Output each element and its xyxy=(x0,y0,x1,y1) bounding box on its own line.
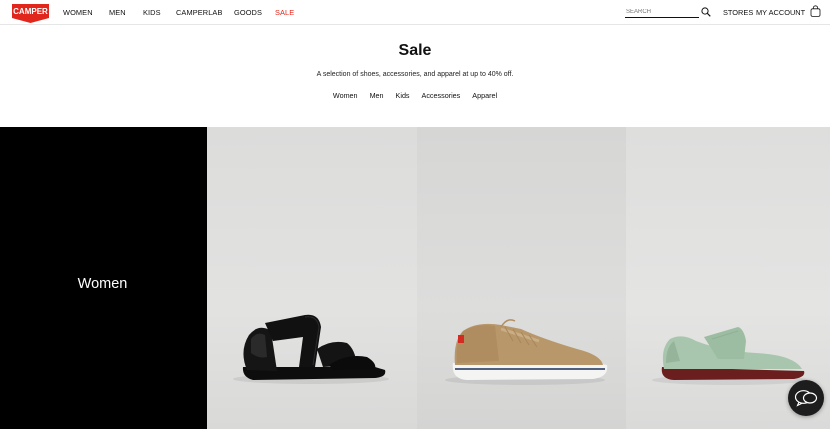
black-sandal-image xyxy=(233,314,389,384)
page-title: Sale xyxy=(398,42,432,59)
search-input[interactable] xyxy=(625,6,699,18)
nav-item-kids[interactable]: KIDS xyxy=(143,8,176,17)
category-link-accessories[interactable]: Accessories xyxy=(422,91,461,100)
product-tile-sneaker[interactable] xyxy=(417,127,626,429)
top-navigation-bar: CAMPER WOMEN MEN KIDS CAMPERLAB GOODS SA… xyxy=(0,0,830,25)
page-subtitle: A selection of shoes, accessories, and a… xyxy=(316,71,514,78)
tan-sneaker-image xyxy=(445,319,608,385)
camper-logo[interactable]: CAMPER xyxy=(11,3,50,24)
product-tile-sandal[interactable] xyxy=(207,127,417,429)
product-strip: Women xyxy=(0,127,830,429)
chat-button[interactable] xyxy=(788,380,824,416)
category-link-kids[interactable]: Kids xyxy=(396,91,410,100)
category-link-apparel[interactable]: Apparel xyxy=(472,91,497,100)
nav-item-women[interactable]: WOMEN xyxy=(63,8,109,17)
logo-text: CAMPER xyxy=(13,7,48,16)
bag-icon[interactable] xyxy=(810,5,821,17)
nav-item-men[interactable]: MEN xyxy=(109,8,143,17)
nav-item-camperlab[interactable]: CAMPERLAB xyxy=(176,8,234,17)
my-account-link[interactable]: MY ACCOUNT xyxy=(756,8,805,17)
category-filter: Women Men Kids Accessories Apparel xyxy=(0,91,830,100)
women-panel-label: Women xyxy=(77,276,128,292)
nav-item-sale[interactable]: SALE xyxy=(275,8,294,17)
category-link-men[interactable]: Men xyxy=(370,91,384,100)
chat-icon xyxy=(794,390,818,407)
category-link-women[interactable]: Women xyxy=(333,91,358,100)
women-category-panel[interactable]: Women xyxy=(0,127,207,429)
main-nav: WOMEN MEN KIDS CAMPERLAB GOODS SALE xyxy=(63,8,294,17)
search-box xyxy=(625,5,715,19)
search-icon[interactable] xyxy=(701,7,711,17)
stores-link[interactable]: STORES xyxy=(723,8,753,17)
nav-item-goods[interactable]: GOODS xyxy=(234,8,275,17)
